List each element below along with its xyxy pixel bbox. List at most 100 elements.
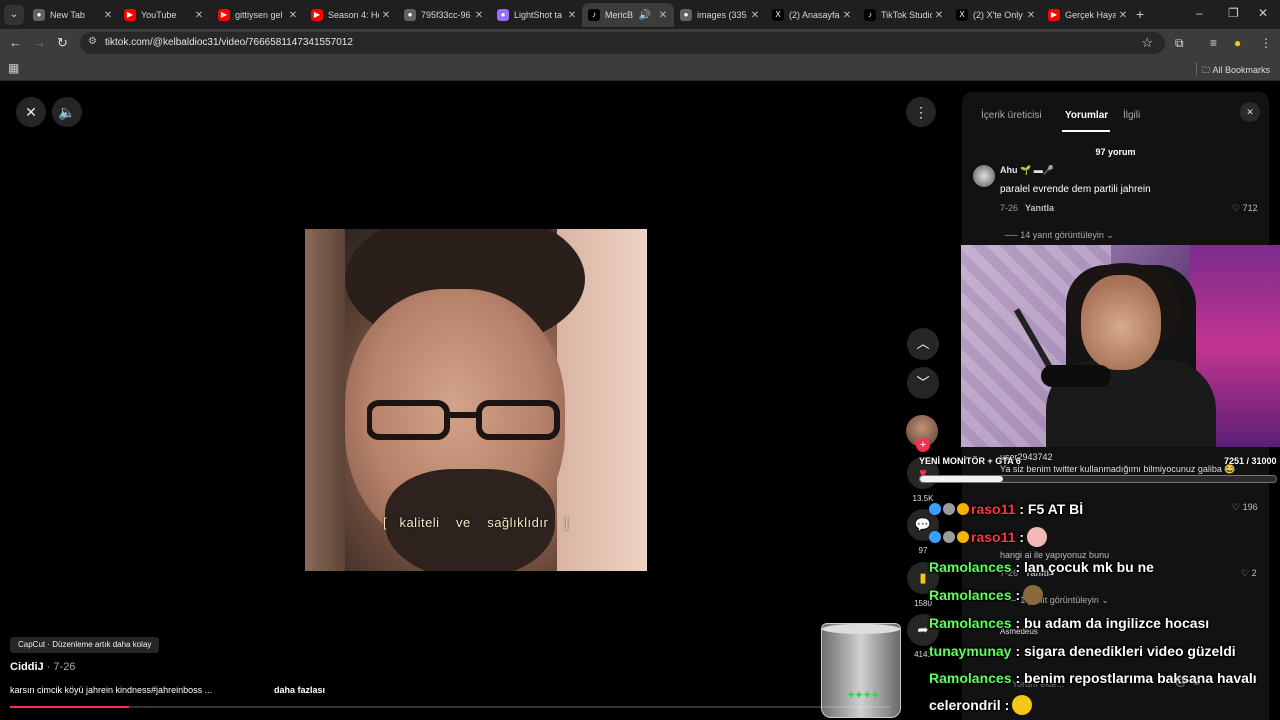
browser-tab[interactable]: ● LightShot ta ✕ <box>491 3 583 27</box>
view-replies-button[interactable]: ── 14 yanıt görüntüleyin ⌄ <box>1005 230 1114 241</box>
view-replies-label: 14 yanıt görüntüleyin <box>1020 230 1104 240</box>
tab-strip: ⌄ ● New Tab ✕ ▶ YouTube ✕ ▶ gittiysen gel ✕ ▶ Seas… <box>0 0 1280 29</box>
extensions-icon[interactable]: ⧉ <box>1175 36 1184 51</box>
chat-message: tunaymunay: sigara denedikleri video güz… <box>929 640 1236 662</box>
close-tab-icon[interactable]: ✕ <box>840 10 854 21</box>
forward-icon[interactable]: → <box>33 35 46 50</box>
close-tab-icon[interactable]: ✕ <box>379 10 393 21</box>
more-options-icon[interactable]: ⋮ <box>906 97 936 127</box>
stream-goal-title: YENİ MONİTÖR + GTA 6 <box>919 456 1021 466</box>
tip-cup: ✦✦✦✦ <box>821 623 901 718</box>
reply-button[interactable]: Yanıtla <box>1025 203 1054 213</box>
capcut-badge[interactable]: CapCut · Düzenleme artık daha kolay <box>10 637 160 653</box>
tab-title: TikTok Studio <box>881 10 932 20</box>
video-author[interactable]: CiddiJ · 7-26 <box>10 661 75 673</box>
back-icon[interactable]: ← <box>9 35 22 50</box>
browser-tab[interactable]: ▶ Gerçek Haya ✕ <box>1042 3 1134 27</box>
close-tab-icon[interactable]: ✕ <box>472 10 486 21</box>
video-subject-glasses <box>367 400 560 440</box>
chat-username[interactable]: tunaymunay <box>929 643 1011 659</box>
profile-icon[interactable]: ● <box>1234 36 1241 50</box>
tab-audio-icon[interactable]: 🔊 <box>638 10 652 21</box>
close-tab-icon[interactable]: ✕ <box>565 10 579 21</box>
browser-tab[interactable]: ♪ TikTok Studio ✕ <box>858 3 950 27</box>
globe-icon: ● <box>680 9 692 21</box>
post-date: · 7-26 <box>46 661 76 673</box>
close-tab-icon[interactable]: ✕ <box>1116 10 1130 21</box>
tab-title: (2) Anasayfa <box>789 10 840 20</box>
chat-username[interactable]: raso11 <box>971 529 1015 545</box>
tab-title: LightShot ta <box>514 10 563 20</box>
minimize-icon[interactable]: – <box>1196 6 1203 20</box>
tab-related[interactable]: İlgili <box>1123 110 1140 121</box>
address-bar[interactable]: ⚙ tiktok.com/@kelbaldioc31/video/7666581… <box>80 32 1165 54</box>
chat-text: : F5 AT Bİ <box>1019 501 1084 517</box>
video-progress-bar[interactable] <box>10 706 890 708</box>
browser-tab[interactable]: ● images (335 ✕ <box>674 3 766 27</box>
show-more-link[interactable]: daha fazlası <box>274 685 325 695</box>
comment-like-count: 712 <box>1242 203 1258 213</box>
chat-username[interactable]: Ramolances <box>929 670 1011 686</box>
browser-tab[interactable]: X (2) Anasayfa ✕ <box>766 3 858 27</box>
chat-username[interactable]: Ramolances <box>929 587 1011 603</box>
comment-like-button-3[interactable]: ♡ 2 <box>1241 568 1257 579</box>
reload-icon[interactable]: ↻ <box>57 35 68 51</box>
tab-title: (2) X'te Only <box>973 10 1023 20</box>
tab-creator[interactable]: İçerik üreticisi <box>981 110 1042 121</box>
commenter-avatar[interactable] <box>973 165 995 187</box>
microphone-icon <box>1041 365 1111 387</box>
volume-icon[interactable]: 🔈 <box>52 97 82 127</box>
maximize-icon[interactable]: ❐ <box>1228 6 1239 20</box>
video-description: karsın cimcik köyü jahrein kindness#jahr… <box>10 685 213 695</box>
reading-list-icon[interactable]: ≡ <box>1210 36 1217 50</box>
close-window-icon[interactable]: ✕ <box>1258 6 1268 20</box>
comment-total: 97 yorum <box>1095 147 1136 157</box>
browser-tab[interactable]: ▶ YouTube ✕ <box>118 3 210 27</box>
browser-tab[interactable]: ▶ gittiysen gel ✕ <box>212 3 304 27</box>
site-info-icon[interactable]: ⚙ <box>88 36 97 47</box>
tab-title: Season 4: He <box>328 10 379 20</box>
browser-tab[interactable]: ● New Tab ✕ <box>27 3 119 27</box>
close-tab-icon[interactable]: ✕ <box>192 10 206 21</box>
comment-like-button-2[interactable]: ♡ 196 <box>1232 502 1258 513</box>
chat-username[interactable]: Ramolances <box>929 615 1011 631</box>
close-panel-icon[interactable]: ✕ <box>1240 102 1260 122</box>
bookmark-star-icon[interactable]: ☆ <box>1141 35 1153 51</box>
apps-grid-icon[interactable]: ▦ <box>8 61 19 75</box>
follow-plus-icon[interactable]: + <box>916 438 930 452</box>
close-video-button[interactable]: ✕ <box>16 97 46 127</box>
close-tab-icon[interactable]: ✕ <box>1024 10 1038 21</box>
browser-tab[interactable]: ♪ MericB 🔊 ✕ <box>582 3 674 27</box>
close-tab-icon[interactable]: ✕ <box>656 10 670 21</box>
tab-title: gittiysen gel <box>235 10 283 20</box>
browser-tab[interactable]: X (2) X'te Only ✕ <box>950 3 1042 27</box>
previous-video-button[interactable]: ︿ <box>907 328 939 360</box>
chat-username[interactable]: raso11 <box>971 501 1015 517</box>
chat-text: : <box>1004 697 1010 713</box>
youtube-icon: ▶ <box>124 9 136 21</box>
menu-icon[interactable]: ⋮ <box>1260 36 1272 50</box>
new-tab-button[interactable]: + <box>1136 6 1144 22</box>
moderator-badge-icon <box>943 503 955 515</box>
chat-username[interactable]: Ramolances <box>929 559 1011 575</box>
tab-search-button[interactable]: ⌄ <box>4 5 24 25</box>
all-bookmarks-button[interactable]: 🗀 All Bookmarks <box>1201 63 1270 79</box>
next-video-button[interactable]: ﹀ <box>907 367 939 399</box>
mention-emoji-icons[interactable]: @ ☺ <box>1175 674 1203 688</box>
close-tab-icon[interactable]: ✕ <box>748 10 762 21</box>
close-tab-icon[interactable]: ✕ <box>101 10 115 21</box>
comment-like-count-2: 196 <box>1242 502 1258 512</box>
chat-emote-icon <box>1027 527 1048 547</box>
comment-like-button[interactable]: ♡ 712 <box>1232 203 1258 214</box>
commenter-name[interactable]: Ahu 🌱 ▬🎤 <box>1000 165 1054 176</box>
chat-username[interactable]: celerondril <box>929 697 1001 713</box>
chat-message: Ramolances: <box>929 584 1044 606</box>
close-tab-icon[interactable]: ✕ <box>286 10 300 21</box>
chat-text: : benim repostlarıma baksana havalı <box>1015 670 1257 686</box>
tab-title: 795f33cc-96 <box>421 10 471 20</box>
tab-comments[interactable]: Yorumlar <box>1065 110 1108 121</box>
chat-text: : bu adam da ingilizce hocası <box>1015 615 1210 631</box>
browser-tab[interactable]: ● 795f33cc-96 ✕ <box>398 3 490 27</box>
close-tab-icon[interactable]: ✕ <box>932 10 946 21</box>
browser-tab[interactable]: ▶ Season 4: He ✕ <box>305 3 397 27</box>
